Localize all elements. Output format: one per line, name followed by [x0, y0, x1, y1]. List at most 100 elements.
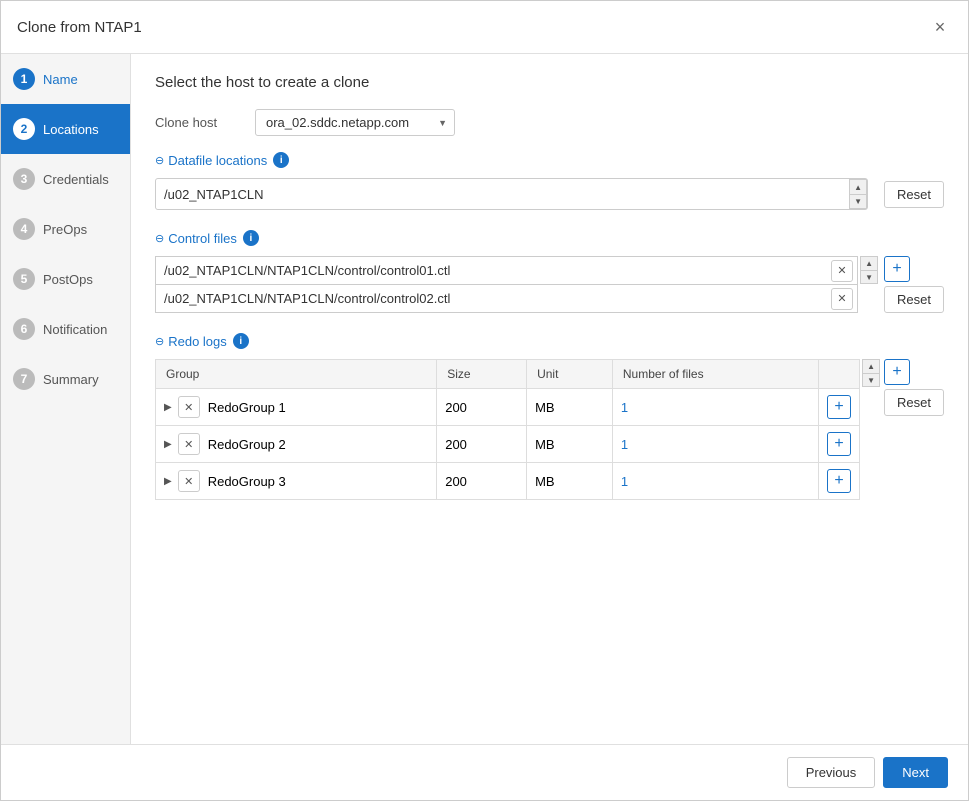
redo-numfiles-cell-2: 1 [612, 426, 818, 463]
clone-host-row: Clone host ora_02.sddc.netapp.com [155, 109, 944, 136]
redo-addrow-cell-3: + [819, 463, 860, 500]
dialog-title: Clone from NTAP1 [17, 19, 142, 36]
redo-scroll: ▲ ▼ [862, 359, 880, 387]
redo-size-cell-3: 200 [437, 463, 527, 500]
datafile-scroll-up[interactable]: ▲ [849, 179, 867, 194]
datafile-collapse-btn[interactable]: ⊖ Datafile locations [155, 153, 267, 168]
step-num-2: 2 [13, 118, 35, 140]
redo-logs-body: Group Size Unit Number of files [155, 359, 944, 500]
step-num-7: 7 [13, 368, 35, 390]
redo-add-button[interactable]: + [884, 359, 910, 385]
redo-expand-2[interactable]: ▶ [164, 439, 172, 450]
redo-remove-3[interactable]: ✕ [178, 470, 200, 492]
datafile-label: Datafile locations [168, 153, 267, 168]
redo-row-3: ▶ ✕ RedoGroup 3 200 [156, 463, 860, 500]
redo-scroll-down[interactable]: ▼ [862, 373, 880, 387]
redo-size-3: 200 [445, 474, 467, 489]
control-files-reset-button[interactable]: Reset [884, 286, 944, 313]
sidebar-item-notification[interactable]: 6 Notification [1, 304, 130, 354]
redo-numfiles-link-2[interactable]: 1 [621, 437, 628, 452]
redo-row-2: ▶ ✕ RedoGroup 2 200 [156, 426, 860, 463]
control-files-collapse-btn[interactable]: ⊖ Control files [155, 231, 237, 246]
clone-dialog: Clone from NTAP1 × 1 Name 2 Locations 3 … [0, 0, 969, 801]
redo-add-btn-3[interactable]: + [827, 469, 851, 493]
section-title: Select the host to create a clone [155, 74, 944, 91]
step-num-1: 1 [13, 68, 35, 90]
redo-logs-section: ⊖ Redo logs i Group Size Unit [155, 333, 944, 500]
dialog-body: 1 Name 2 Locations 3 Credentials 4 PreOp… [1, 54, 968, 744]
sidebar-label-name: Name [43, 72, 78, 87]
redo-numfiles-cell-3: 1 [612, 463, 818, 500]
datafile-input[interactable] [156, 181, 849, 208]
sidebar-item-locations[interactable]: 2 Locations [1, 104, 130, 154]
control-files-scroll: ▲ ▼ [860, 256, 878, 284]
control-file-row-1: ✕ [155, 256, 858, 284]
previous-button[interactable]: Previous [787, 757, 876, 788]
redo-unit-2: MB [535, 437, 555, 452]
redo-group-3: RedoGroup 3 [208, 474, 286, 489]
sidebar-item-postops[interactable]: 5 PostOps [1, 254, 130, 304]
col-unit: Unit [527, 360, 613, 389]
redo-unit-cell-2: MB [527, 426, 613, 463]
redo-expand-1[interactable]: ▶ [164, 402, 172, 413]
redo-remove-1[interactable]: ✕ [178, 396, 200, 418]
redo-logs-arrow-icon: ⊖ [155, 335, 164, 348]
sidebar-item-credentials[interactable]: 3 Credentials [1, 154, 130, 204]
redo-unit-cell-1: MB [527, 389, 613, 426]
dialog-footer: Previous Next [1, 744, 968, 800]
redo-unit-cell-3: MB [527, 463, 613, 500]
datafile-arrow-icon: ⊖ [155, 154, 164, 167]
redo-group-2: RedoGroup 2 [208, 437, 286, 452]
control-file-remove-1[interactable]: ✕ [831, 260, 853, 282]
redo-logs-table: Group Size Unit Number of files [155, 359, 860, 500]
step-num-5: 5 [13, 268, 35, 290]
next-button[interactable]: Next [883, 757, 948, 788]
datafile-input-row: ▲ ▼ Reset [155, 178, 944, 210]
redo-unit-1: MB [535, 400, 555, 415]
sidebar-item-summary[interactable]: 7 Summary [1, 354, 130, 404]
col-actions [819, 360, 860, 389]
datafile-scroll-down[interactable]: ▼ [849, 194, 867, 209]
redo-remove-2[interactable]: ✕ [178, 433, 200, 455]
control-file-input-1[interactable] [156, 257, 831, 284]
sidebar-item-name[interactable]: 1 Name [1, 54, 130, 104]
step-num-3: 3 [13, 168, 35, 190]
control-file-input-2[interactable] [156, 285, 831, 312]
control-file-remove-2[interactable]: ✕ [831, 288, 853, 310]
control-files-add-button[interactable]: + [884, 256, 910, 282]
control-files-scroll-down[interactable]: ▼ [860, 270, 878, 284]
main-content: Select the host to create a clone Clone … [131, 54, 968, 744]
redo-reset-button[interactable]: Reset [884, 389, 944, 416]
datafile-input-wrap: ▲ ▼ [155, 178, 868, 210]
close-button[interactable]: × [928, 15, 952, 39]
redo-logs-label: Redo logs [168, 334, 227, 349]
redo-add-btn-1[interactable]: + [827, 395, 851, 419]
datafile-reset-button[interactable]: Reset [884, 181, 944, 208]
datafile-info-icon: i [273, 152, 289, 168]
redo-group-cell-1: ▶ ✕ RedoGroup 1 [156, 389, 437, 426]
clone-host-label: Clone host [155, 115, 255, 130]
redo-logs-info-icon: i [233, 333, 249, 349]
redo-unit-3: MB [535, 474, 555, 489]
redo-logs-collapse-btn[interactable]: ⊖ Redo logs [155, 334, 227, 349]
redo-add-btn-2[interactable]: + [827, 432, 851, 456]
clone-host-select[interactable]: ora_02.sddc.netapp.com [255, 109, 455, 136]
redo-scroll-up[interactable]: ▲ [862, 359, 880, 373]
redo-numfiles-link-1[interactable]: 1 [621, 400, 628, 415]
sidebar-item-preops[interactable]: 4 PreOps [1, 204, 130, 254]
step-num-4: 4 [13, 218, 35, 240]
redo-expand-3[interactable]: ▶ [164, 476, 172, 487]
sidebar-label-summary: Summary [43, 372, 99, 387]
control-files-scroll-up[interactable]: ▲ [860, 256, 878, 270]
redo-size-cell-1: 200 [437, 389, 527, 426]
control-files-info-icon: i [243, 230, 259, 246]
datafile-header: ⊖ Datafile locations i [155, 152, 944, 168]
sidebar-label-locations: Locations [43, 122, 99, 137]
sidebar-label-preops: PreOps [43, 222, 87, 237]
dialog-titlebar: Clone from NTAP1 × [1, 1, 968, 54]
control-files-section: ⊖ Control files i ✕ ✕ [155, 230, 944, 313]
sidebar-label-notification: Notification [43, 322, 107, 337]
datafile-section: ⊖ Datafile locations i ▲ ▼ Reset [155, 152, 944, 210]
redo-numfiles-link-3[interactable]: 1 [621, 474, 628, 489]
control-files-actions: + Reset [884, 256, 944, 313]
